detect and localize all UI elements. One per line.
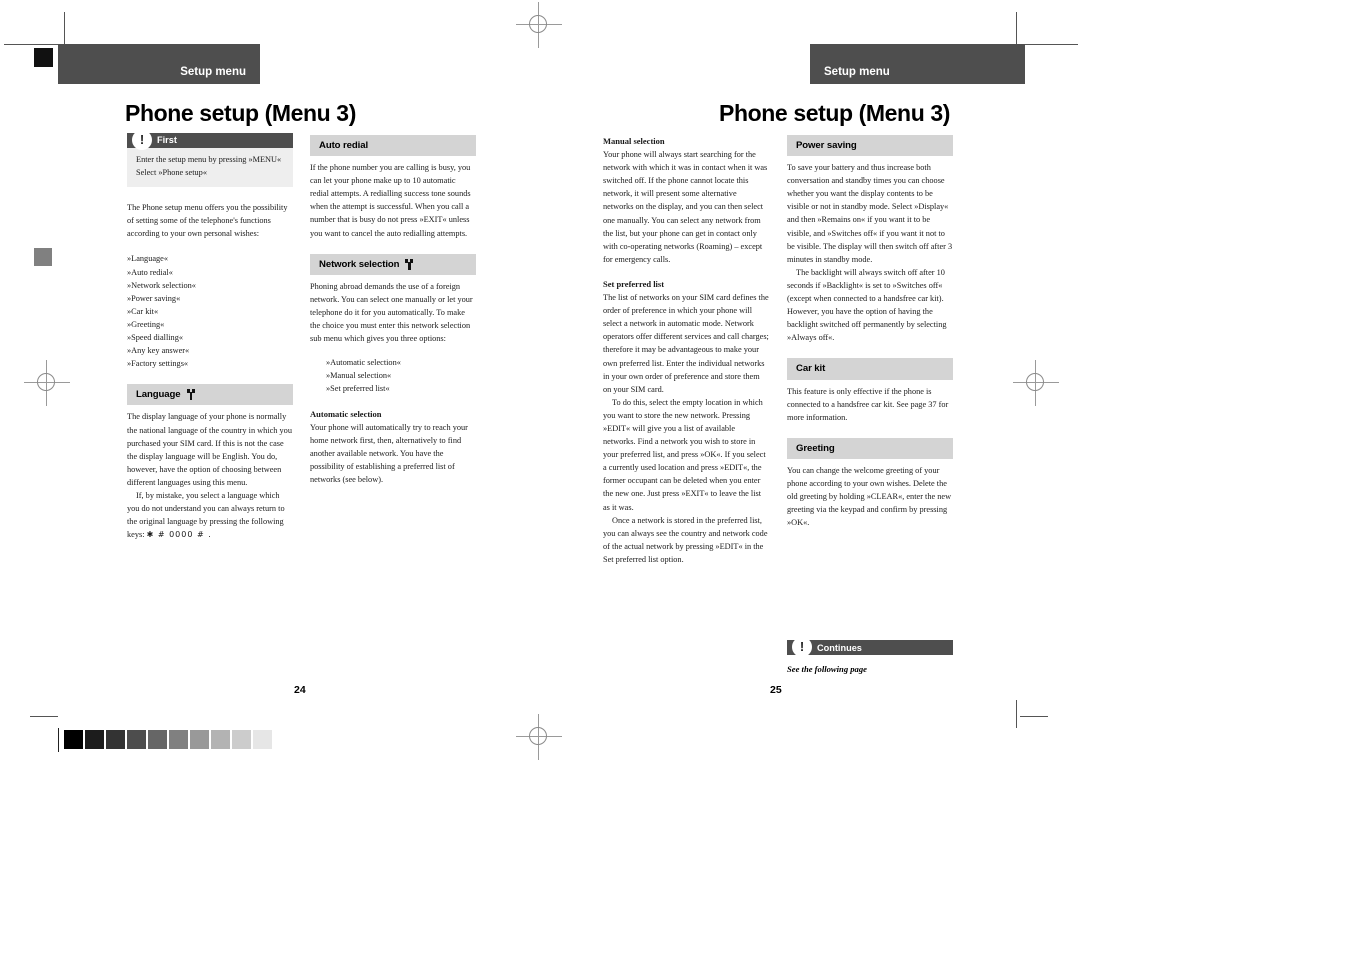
intro-paragraph: The Phone setup menu offers you the poss… xyxy=(127,203,288,239)
power-saving-paragraph-2: The backlight will always switch off aft… xyxy=(787,267,947,343)
subheading-automatic-selection: Automatic selection xyxy=(310,408,382,419)
menu-item: »Speed dialling« xyxy=(127,333,183,343)
exclamation-icon: ! xyxy=(792,637,812,657)
language-reset-keys: ✱ # 0000 # . xyxy=(146,530,212,540)
calibration-swatch xyxy=(190,730,209,749)
section-heading-greeting: Greeting xyxy=(787,437,953,459)
set-preferred-list-paragraph-3: Once a network is stored in the preferre… xyxy=(603,515,768,564)
continues-caption: See the following page xyxy=(787,664,867,674)
registration-mark-left-middle xyxy=(24,360,70,406)
column-three: Manual selection Your phone will always … xyxy=(603,135,769,566)
menu-item: »Power saving« xyxy=(127,293,181,303)
subheading-manual-selection: Manual selection xyxy=(603,136,665,146)
calibration-swatch xyxy=(211,730,230,749)
registration-black-square xyxy=(34,48,53,67)
page-number-right: 25 xyxy=(770,684,782,696)
menu-item: »Any key answer« xyxy=(127,346,190,356)
menu-item: »Language« xyxy=(127,254,169,264)
first-note-box: ! First Enter the setup menu by pressing… xyxy=(127,130,293,188)
running-head-left-page: Setup menu xyxy=(58,44,260,84)
language-paragraph-2: If, by mistake, you select a language wh… xyxy=(127,489,293,541)
sim-card-icon xyxy=(186,389,196,401)
menu-item-list: »Language« »Auto redial« »Network select… xyxy=(127,252,293,370)
first-note-bar: ! First xyxy=(127,130,293,150)
continues-note: ! Continues See the following page xyxy=(787,637,953,674)
section-heading-auto-redial: Auto redial xyxy=(310,135,476,157)
continues-note-label: Continues xyxy=(817,642,862,653)
set-preferred-list-paragraph-1: The list of networks on your SIM card de… xyxy=(603,293,769,394)
page-title-right: Phone setup (Menu 3) xyxy=(719,100,950,126)
calibration-swatch xyxy=(253,730,272,749)
language-paragraph-1: The display language of your phone is no… xyxy=(127,412,292,487)
column-four: Power saving To save your battery and th… xyxy=(787,135,953,529)
registration-mark-right-middle xyxy=(1013,360,1059,406)
section-heading-car-kit: Car kit xyxy=(787,358,953,380)
network-option: »Automatic selection« xyxy=(326,358,401,368)
calibration-swatch xyxy=(64,730,83,749)
network-option: »Manual selection« xyxy=(326,371,392,381)
section-heading-network-selection: Network selection xyxy=(310,253,476,275)
crop-line-top-right-horizontal xyxy=(1020,44,1078,45)
section-heading-power-saving-label: Power saving xyxy=(796,140,857,151)
calibration-swatch xyxy=(106,730,125,749)
menu-item: »Greeting« xyxy=(127,319,165,329)
menu-item: »Factory settings« xyxy=(127,359,189,369)
crop-line-bottom-left-horizontal xyxy=(30,716,58,717)
section-heading-car-kit-label: Car kit xyxy=(796,363,826,375)
sim-card-icon xyxy=(405,258,414,270)
running-head-right-label: Setup menu xyxy=(824,66,890,78)
section-heading-network-selection-label: Network selection xyxy=(319,258,400,270)
calibration-swatch xyxy=(169,730,188,749)
continues-note-bar: ! Continues xyxy=(787,637,953,657)
calibration-swatch xyxy=(148,730,167,749)
car-kit-paragraph-1: This feature is only effective if the ph… xyxy=(787,386,949,422)
automatic-selection-paragraph: Your phone will automatically try to rea… xyxy=(310,422,468,484)
calibration-strip-rule xyxy=(58,728,59,752)
network-selection-paragraph-1: Phoning abroad demands the use of a fore… xyxy=(310,281,473,344)
set-preferred-list-paragraph-2: To do this, select the empty location in… xyxy=(603,397,766,512)
manual-selection-paragraph-1: Your phone will always start searching f… xyxy=(603,150,768,264)
auto-redial-paragraph-1: If the phone number you are calling is b… xyxy=(310,163,471,238)
registration-gray-square xyxy=(34,248,52,266)
crop-line-top-left-horizontal xyxy=(4,44,60,45)
network-option: »Set preferred list« xyxy=(326,384,390,394)
column-one: ! First Enter the setup menu by pressing… xyxy=(127,130,293,541)
section-heading-language: Language xyxy=(127,384,293,406)
first-note-body: Enter the setup menu by pressing »MENU« … xyxy=(127,148,293,179)
subheading-set-preferred-list: Set preferred list xyxy=(603,278,665,289)
section-heading-language-label: Language xyxy=(136,389,181,401)
registration-mark-top-center xyxy=(516,2,562,48)
power-saving-paragraph-1: To save your battery and thus increase b… xyxy=(787,163,953,264)
running-head-right-page: Setup menu xyxy=(810,44,1025,84)
crop-line-bottom-right-vertical xyxy=(1016,700,1017,728)
first-note-label: First xyxy=(157,134,177,145)
network-selection-options-list: »Automatic selection« »Manual selection«… xyxy=(310,356,476,395)
column-two: Auto redial If the phone number you are … xyxy=(310,135,476,486)
grayscale-calibration-strip xyxy=(58,728,272,752)
crop-line-bottom-right-horizontal xyxy=(1020,716,1048,717)
menu-item: »Auto redial« xyxy=(127,267,173,277)
menu-item: »Network selection« xyxy=(127,280,196,290)
calibration-swatch xyxy=(85,730,104,749)
section-heading-power-saving: Power saving xyxy=(787,135,953,157)
registration-mark-bottom-center xyxy=(516,714,562,760)
greeting-paragraph-1: You can change the welcome greeting of y… xyxy=(787,465,952,528)
first-note-line-1: Enter the setup menu by pressing »MENU« xyxy=(136,155,282,164)
manual-spread-page: Setup menu Setup menu Phone setup (Menu … xyxy=(0,0,1350,954)
calibration-swatch xyxy=(127,730,146,749)
first-note-line-2: Select »Phone setup« xyxy=(136,168,207,178)
calibration-swatch xyxy=(232,730,251,749)
exclamation-icon: ! xyxy=(132,130,152,150)
page-number-left: 24 xyxy=(294,684,306,696)
running-head-left-label: Setup menu xyxy=(180,66,246,78)
menu-item: »Car kit« xyxy=(127,306,159,316)
section-heading-auto-redial-label: Auto redial xyxy=(319,140,369,151)
page-title-left: Phone setup (Menu 3) xyxy=(125,100,356,126)
section-heading-greeting-label: Greeting xyxy=(796,442,835,454)
